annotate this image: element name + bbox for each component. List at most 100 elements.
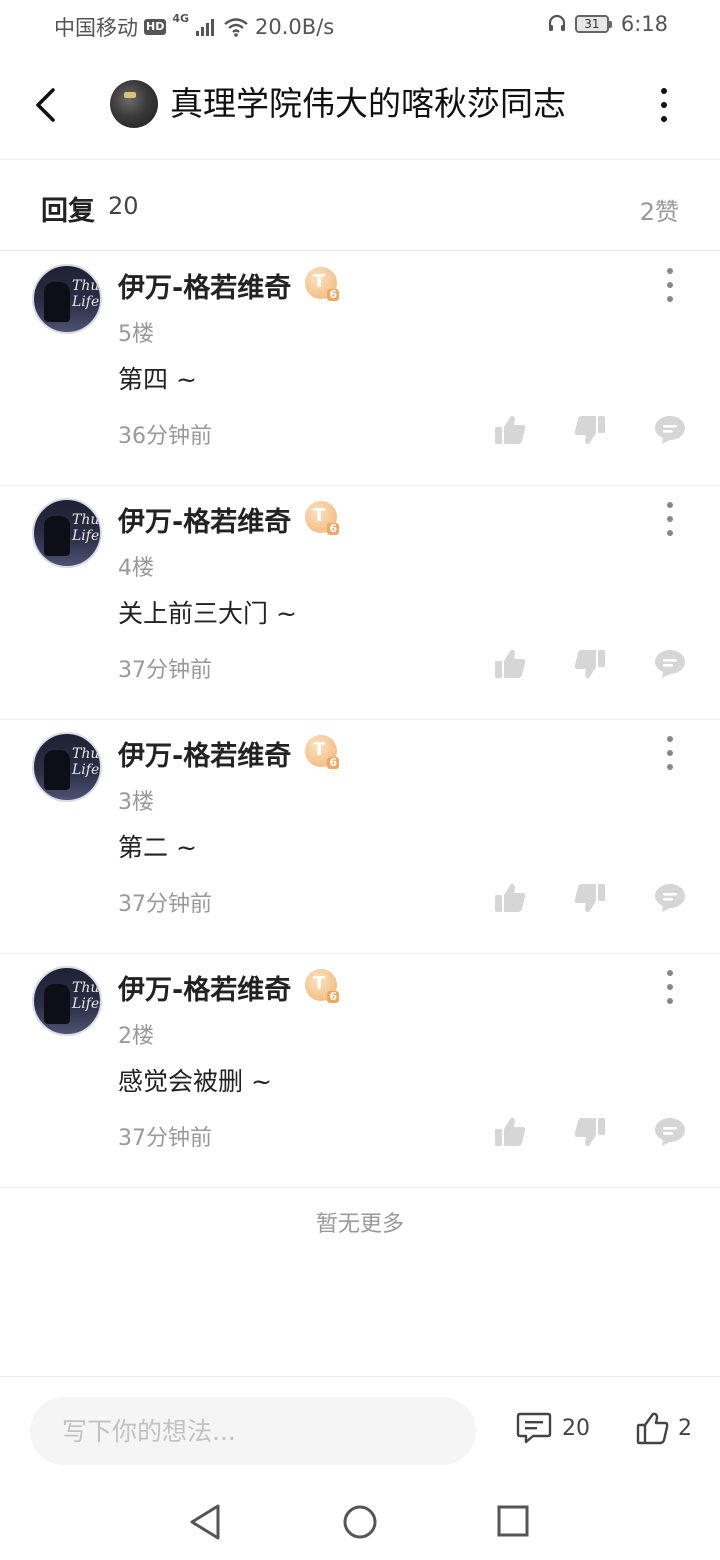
comment-item: Thug Life 伊万-格若维奇 T 6 3楼 第二 ~ 37分钟前 bbox=[0, 720, 720, 954]
reply-button[interactable] bbox=[650, 878, 690, 918]
more-dot-icon bbox=[667, 764, 673, 770]
reply-header: 回复 20 2赞 bbox=[0, 161, 720, 251]
comment-time: 37分钟前 bbox=[118, 1126, 212, 1151]
commenter-avatar[interactable]: Thug Life bbox=[32, 966, 102, 1036]
top-nav: 真理学院伟大的喀秋莎同志 bbox=[0, 50, 720, 160]
square-recent-icon bbox=[497, 1505, 529, 1537]
comment-text: 感觉会被删 ~ bbox=[118, 1067, 272, 1096]
comment-more-button[interactable] bbox=[660, 736, 680, 770]
circle-home-icon bbox=[343, 1505, 377, 1539]
headphones-icon bbox=[548, 14, 565, 31]
comment-text: 第四 ~ bbox=[118, 365, 197, 394]
comment-input-wrapper bbox=[30, 1397, 476, 1465]
more-options-button[interactable] bbox=[644, 82, 684, 128]
likes-count-button[interactable]: 2 bbox=[636, 1411, 692, 1445]
commenter-name[interactable]: 伊万-格若维奇 bbox=[118, 500, 291, 539]
carrier-name: 中国移动 bbox=[54, 16, 138, 40]
more-dot-icon bbox=[661, 116, 667, 122]
author-avatar[interactable] bbox=[110, 80, 158, 128]
chat-bubble-icon bbox=[655, 1118, 685, 1146]
chat-bubble-icon bbox=[655, 650, 685, 678]
more-dot-icon bbox=[667, 530, 673, 536]
comment-icon bbox=[516, 1412, 552, 1444]
status-right: 31 6:18 bbox=[547, 12, 668, 36]
commenter-name[interactable]: 伊万-格若维奇 bbox=[118, 266, 291, 305]
comments-count-button[interactable]: 20 bbox=[516, 1411, 590, 1445]
system-nav-bar bbox=[0, 1484, 720, 1560]
system-back-button[interactable] bbox=[186, 1502, 226, 1546]
comment-more-button[interactable] bbox=[660, 970, 680, 1004]
comment-item: Thug Life 伊万-格若维奇 T 6 4楼 关上前三大门 ~ 37分钟前 bbox=[0, 486, 720, 720]
more-dot-icon bbox=[667, 970, 673, 976]
dislike-button[interactable] bbox=[570, 410, 610, 450]
avatar-figure bbox=[44, 516, 70, 556]
reply-button[interactable] bbox=[650, 1112, 690, 1152]
comment-item: Thug Life 伊万-格若维奇 T 6 5楼 第四 ~ 36分钟前 bbox=[0, 252, 720, 486]
avatar-caption: Thug Life bbox=[72, 746, 100, 778]
comment-input[interactable] bbox=[30, 1397, 476, 1465]
more-dot-icon bbox=[667, 282, 673, 288]
more-dot-icon bbox=[667, 998, 673, 1004]
badge-level: 6 bbox=[327, 990, 339, 1003]
clock: 6:18 bbox=[620, 12, 668, 36]
chevron-left-icon bbox=[36, 88, 55, 122]
badge-level: 6 bbox=[327, 756, 339, 769]
more-dot-icon bbox=[667, 268, 673, 274]
avatar-caption: Thug Life bbox=[72, 278, 100, 310]
triangle-back-icon bbox=[190, 1504, 220, 1540]
likes-count: 2 bbox=[678, 1415, 692, 1441]
comment-item: Thug Life 伊万-格若维奇 T 6 2楼 感觉会被删 ~ 37分钟前 bbox=[0, 954, 720, 1188]
level-badge-icon: T 6 bbox=[305, 267, 339, 301]
commenter-name[interactable]: 伊万-格若维奇 bbox=[118, 734, 291, 773]
commenter-avatar[interactable]: Thug Life bbox=[32, 264, 102, 334]
like-button[interactable] bbox=[490, 410, 530, 450]
commenter-avatar[interactable]: Thug Life bbox=[32, 498, 102, 568]
thumbs-up-icon bbox=[495, 1117, 526, 1146]
badge-letter: T bbox=[313, 271, 326, 292]
more-dot-icon bbox=[667, 736, 673, 742]
level-badge-icon: T 6 bbox=[305, 969, 339, 1003]
back-button[interactable] bbox=[22, 80, 68, 130]
reply-count: 20 bbox=[108, 192, 139, 220]
commenter-avatar[interactable]: Thug Life bbox=[32, 732, 102, 802]
like-total[interactable]: 2赞 bbox=[640, 192, 679, 227]
comment-text: 第二 ~ bbox=[118, 833, 197, 862]
like-button[interactable] bbox=[490, 644, 530, 684]
dislike-button[interactable] bbox=[570, 644, 610, 684]
dislike-button[interactable] bbox=[570, 1112, 610, 1152]
wifi-icon bbox=[224, 18, 248, 37]
level-badge-icon: T 6 bbox=[305, 501, 339, 535]
more-dot-icon bbox=[667, 516, 673, 522]
avatar-caption: Thug Life bbox=[72, 512, 100, 544]
page-title: 真理学院伟大的喀秋莎同志 bbox=[170, 84, 566, 123]
status-left: 中国移动 HD 4G 20.0B/s bbox=[54, 12, 334, 42]
more-dot-icon bbox=[667, 984, 673, 990]
like-button[interactable] bbox=[490, 1112, 530, 1152]
reply-button[interactable] bbox=[650, 410, 690, 450]
system-recent-button[interactable] bbox=[494, 1502, 534, 1546]
dislike-button[interactable] bbox=[570, 878, 610, 918]
avatar-figure bbox=[44, 282, 70, 322]
comment-more-button[interactable] bbox=[660, 502, 680, 536]
more-dot-icon bbox=[667, 750, 673, 756]
badge-letter: T bbox=[313, 973, 326, 994]
more-dot-icon bbox=[667, 296, 673, 302]
reply-button[interactable] bbox=[650, 644, 690, 684]
commenter-name[interactable]: 伊万-格若维奇 bbox=[118, 968, 291, 1007]
comment-time: 37分钟前 bbox=[118, 658, 212, 683]
badge-level: 6 bbox=[327, 522, 339, 535]
thumbs-up-icon bbox=[495, 649, 526, 678]
badge-level: 6 bbox=[327, 288, 339, 301]
like-button[interactable] bbox=[490, 878, 530, 918]
comment-more-button[interactable] bbox=[660, 268, 680, 302]
thumbs-up-icon bbox=[495, 883, 526, 912]
system-home-button[interactable] bbox=[340, 1502, 380, 1546]
avatar-caption: Thug Life bbox=[72, 980, 100, 1012]
floor-number: 2楼 bbox=[118, 1024, 154, 1049]
badge-letter: T bbox=[313, 505, 326, 526]
reply-label: 回复 bbox=[41, 196, 95, 227]
level-badge-icon: T 6 bbox=[305, 735, 339, 769]
thumbs-down-icon bbox=[574, 416, 605, 445]
more-dot-icon bbox=[667, 502, 673, 508]
more-dot-icon bbox=[661, 102, 667, 108]
